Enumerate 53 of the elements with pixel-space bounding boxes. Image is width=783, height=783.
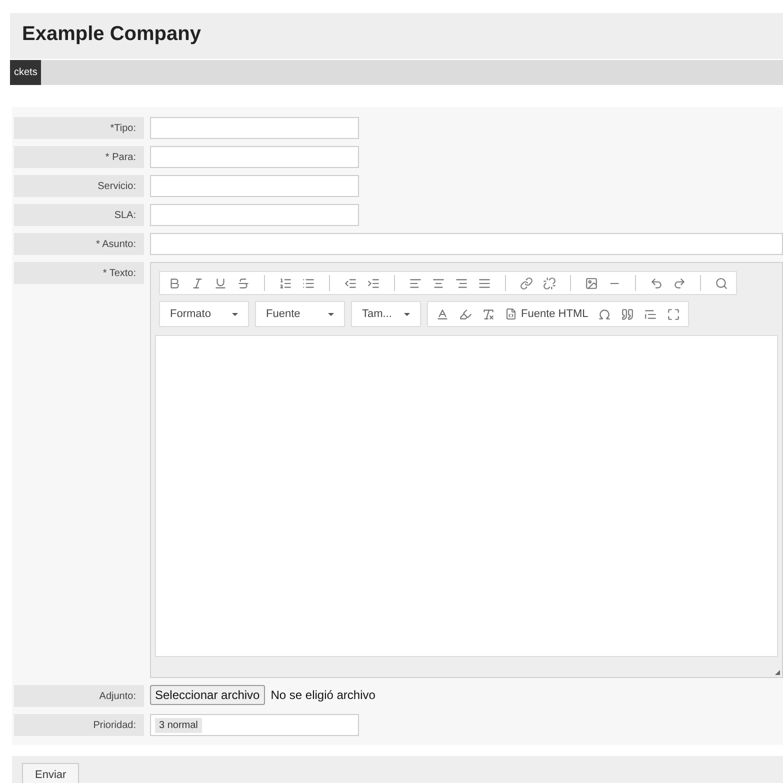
field-label: * Asunto: bbox=[14, 233, 144, 255]
bullet-list-icon[interactable] bbox=[302, 276, 315, 290]
remove-format-icon[interactable] bbox=[482, 308, 495, 320]
undo-icon[interactable] bbox=[650, 276, 663, 290]
choose-file-button[interactable]: Seleccionar archivo bbox=[150, 685, 265, 705]
dropdown[interactable]: Formato bbox=[159, 301, 249, 327]
resize-grip-icon[interactable] bbox=[775, 670, 780, 675]
italic-icon[interactable] bbox=[191, 276, 204, 290]
align-justify-icon[interactable] bbox=[478, 276, 491, 290]
field-label: *Tipo: bbox=[14, 117, 144, 139]
field-label: * Texto: bbox=[14, 262, 144, 284]
file-status: No se eligió archivo bbox=[270, 687, 376, 704]
align-right-icon[interactable] bbox=[455, 276, 468, 290]
search-icon[interactable] bbox=[715, 276, 728, 290]
align-left-icon[interactable] bbox=[409, 276, 422, 290]
text-field[interactable] bbox=[150, 204, 359, 226]
caret-icon bbox=[232, 312, 238, 316]
text-field[interactable] bbox=[150, 175, 359, 197]
bold-icon[interactable] bbox=[168, 276, 181, 290]
nav-tab[interactable]: ckets bbox=[10, 60, 42, 85]
caret-icon bbox=[328, 312, 334, 316]
quote-icon[interactable] bbox=[621, 308, 634, 320]
field-label: * Para: bbox=[14, 146, 144, 168]
indent-icon[interactable] bbox=[367, 276, 380, 290]
text-field[interactable] bbox=[150, 146, 359, 168]
image-icon[interactable] bbox=[585, 276, 598, 290]
select-field[interactable]: 3 normal bbox=[150, 714, 359, 736]
unlink-icon[interactable] bbox=[543, 276, 556, 290]
text-field[interactable] bbox=[150, 117, 359, 139]
source-button[interactable]: Fuente HTML bbox=[505, 306, 588, 322]
text-color-icon[interactable] bbox=[436, 308, 449, 320]
redo-icon[interactable] bbox=[673, 276, 686, 290]
outdent-icon[interactable] bbox=[344, 276, 357, 290]
field-label: SLA: bbox=[14, 204, 144, 226]
align-center-icon[interactable] bbox=[432, 276, 445, 290]
underline-icon[interactable] bbox=[214, 276, 227, 290]
dropdown[interactable]: Fuente bbox=[255, 301, 345, 327]
text-field[interactable] bbox=[150, 233, 783, 255]
document-icon bbox=[505, 308, 517, 320]
caret-icon bbox=[404, 312, 410, 316]
maximize-icon[interactable] bbox=[667, 308, 680, 320]
numbered-list-icon[interactable] bbox=[279, 276, 292, 290]
omega-icon[interactable] bbox=[598, 308, 612, 320]
strikethrough-icon[interactable] bbox=[237, 276, 250, 290]
dropdown[interactable]: Tam... bbox=[351, 301, 421, 327]
selected-token: 3 normal bbox=[155, 718, 202, 732]
field-label: Servicio: bbox=[14, 175, 144, 197]
field-label: Adjunto: bbox=[14, 685, 144, 707]
submit-button[interactable]: Enviar bbox=[22, 762, 80, 783]
company-title: Example Company bbox=[22, 22, 202, 47]
field-label: Prioridad: bbox=[14, 714, 144, 736]
link-icon[interactable] bbox=[520, 276, 533, 290]
background-color-icon[interactable] bbox=[459, 308, 472, 320]
